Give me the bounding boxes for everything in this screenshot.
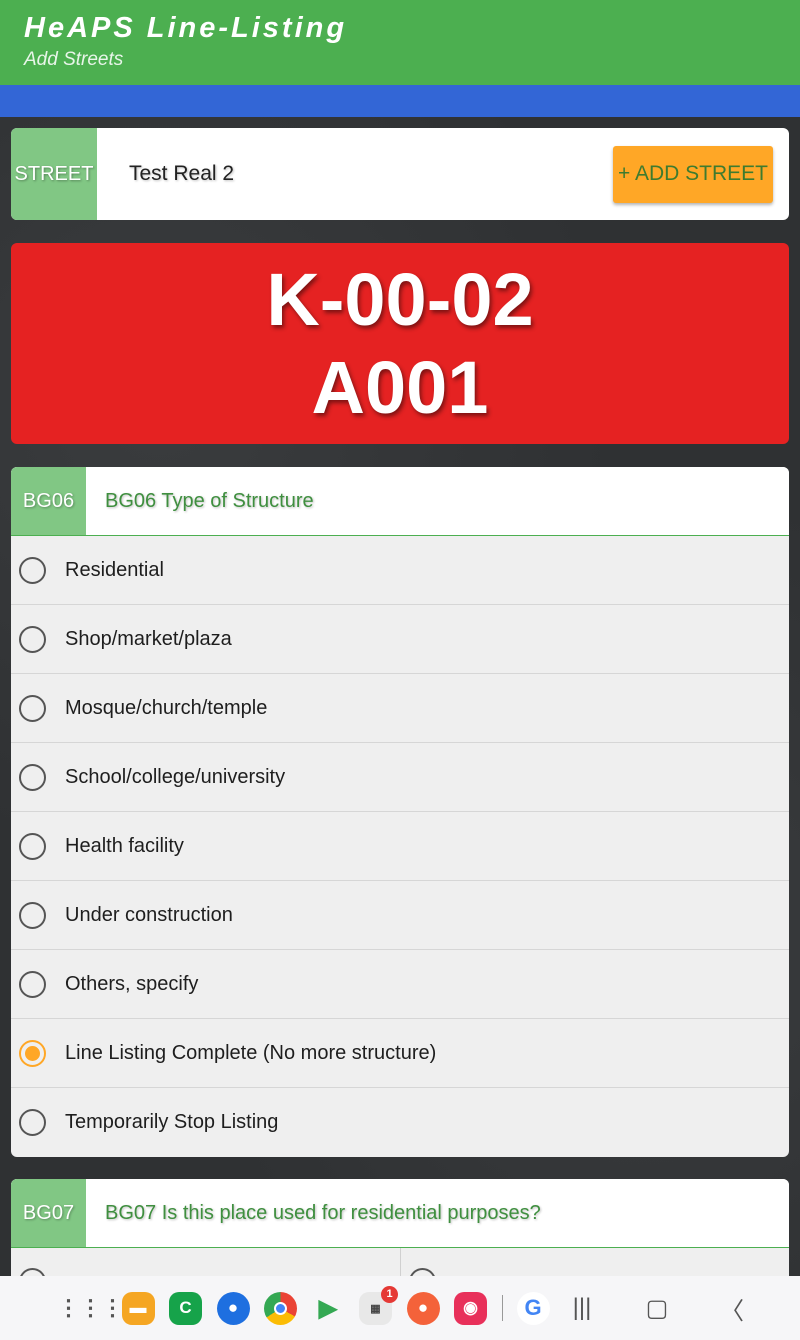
question-text: BG07 Is this place used for residential … (105, 1201, 541, 1224)
app-dock: ⋮⋮⋮ ▬ C ● ▶ ▦ 1 ● ◉ G (58, 1285, 564, 1325)
option-row (11, 1248, 789, 1279)
cluster-code: K-00-02 (266, 257, 534, 341)
radio-icon[interactable] (19, 694, 46, 722)
messages-icon[interactable]: ● (216, 1291, 250, 1325)
contacts-icon[interactable]: ● (406, 1291, 440, 1325)
question-card-bg07: BG07 BG07 Is this place used for residen… (11, 1179, 789, 1279)
play-store-icon[interactable]: ▶ (312, 1292, 345, 1325)
option-label: Shop/market/plaza (65, 627, 232, 650)
blue-strip (0, 85, 800, 117)
option-yes[interactable] (11, 1248, 401, 1279)
option-item[interactable]: School/college/university (11, 743, 789, 812)
option-item[interactable]: Shop/market/plaza (11, 605, 789, 674)
question-header: BG06 BG06 Type of Structure (11, 467, 789, 536)
option-item[interactable]: Line Listing Complete (No more structure… (11, 1019, 789, 1088)
option-label: School/college/university (65, 765, 286, 788)
structure-code: A001 (311, 345, 489, 429)
option-label: Under construction (65, 903, 233, 926)
radio-icon[interactable] (19, 556, 46, 584)
chrome-icon[interactable] (264, 1291, 297, 1325)
option-label: Residential (65, 558, 164, 581)
option-item[interactable]: Others, specify (11, 950, 789, 1019)
google-icon[interactable]: G (516, 1291, 550, 1325)
home-icon[interactable]: ▢ (637, 1290, 677, 1326)
recent-apps-icon[interactable]: ||| (562, 1290, 602, 1326)
back-icon[interactable]: 〈 (712, 1290, 752, 1326)
radio-icon[interactable] (19, 1109, 46, 1136)
option-label: Temporarily Stop Listing (65, 1111, 279, 1133)
question-tag: BG06 (11, 467, 86, 535)
option-label: Others, specify (65, 972, 199, 995)
radio-icon[interactable] (19, 625, 46, 653)
app-title: HeAPS Line-Listing (24, 12, 348, 44)
option-label: Health facility (65, 834, 184, 857)
option-list: Residential Shop/market/plaza Mosque/churc… (11, 536, 789, 1157)
radio-icon[interactable] (19, 901, 46, 929)
radio-icon[interactable] (19, 970, 46, 998)
apps-grid-icon[interactable]: ⋮⋮⋮ (58, 1292, 124, 1325)
question-card-bg06: BG06 BG06 Type of Structure Residential S… (11, 467, 789, 1157)
option-item[interactable]: Residential (11, 536, 789, 605)
system-navbar: ⋮⋮⋮ ▬ C ● ▶ ▦ 1 ● ◉ G (0, 1276, 800, 1340)
radio-icon[interactable] (19, 763, 46, 791)
my-files-icon[interactable]: ▬ (121, 1291, 155, 1325)
camera-icon[interactable]: ◉ (454, 1291, 487, 1325)
phone-icon[interactable]: C (169, 1291, 202, 1325)
identifier-card: K-00-02 A001 (11, 243, 789, 444)
radio-icon[interactable] (19, 1039, 46, 1067)
question-header: BG07 BG07 Is this place used for residen… (11, 1179, 789, 1248)
street-card: STREET Test Real 2 + ADD STREET (11, 128, 789, 220)
option-label: Mosque/church/temple (65, 696, 268, 719)
question-tag: BG07 (11, 1179, 86, 1247)
option-label: Line Listing Complete (No more structure… (65, 1041, 437, 1064)
radio-icon[interactable] (19, 832, 46, 860)
question-text: BG06 Type of Structure (105, 489, 314, 512)
option-no[interactable] (401, 1248, 790, 1279)
option-item[interactable]: Health facility (11, 812, 789, 881)
app-with-badge-icon[interactable]: ▦ 1 (359, 1285, 398, 1325)
option-item[interactable]: Under construction (11, 881, 789, 950)
option-item[interactable]: Mosque/church/temple (11, 674, 789, 743)
notification-badge: 1 (381, 1285, 398, 1303)
street-tag: STREET (11, 128, 97, 220)
add-street-button[interactable]: + ADD STREET (613, 145, 773, 203)
dock-separator (501, 1295, 503, 1321)
app-bar: HeAPS Line-Listing Add Streets (0, 0, 800, 85)
option-item[interactable]: Temporarily Stop Listing (11, 1088, 789, 1157)
street-value: Test Real 2 (129, 162, 235, 185)
app-subtitle: Add Streets (24, 49, 124, 70)
